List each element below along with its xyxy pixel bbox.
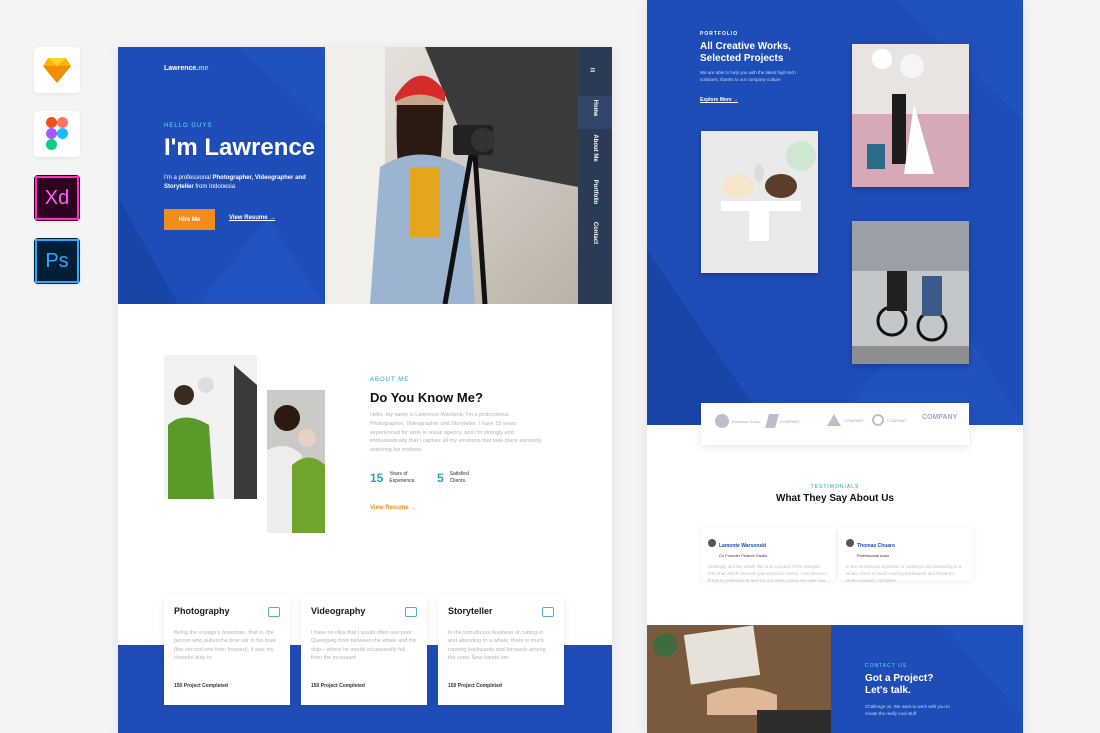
client-logo-4: COMPANY	[872, 414, 907, 426]
portfolio-item-cupcakes[interactable]	[701, 131, 818, 273]
book-icon	[542, 607, 554, 617]
contact-label: CONTACT US	[865, 663, 908, 669]
testimonial-name: Lamonte Warsonski	[719, 543, 767, 549]
ps-label: Ps	[35, 239, 79, 283]
xd-icon: Xd	[34, 175, 80, 221]
service-title: Photography	[174, 606, 230, 616]
testimonial-card-1: Lamonte Warsonski Co Founder Pelarch Stu…	[701, 528, 835, 583]
hero-greeting: HELLO GUYS	[164, 123, 213, 129]
about-body: Hello, my name is Lawrence Wardana, I'm …	[370, 412, 542, 454]
sketch-icon	[34, 47, 80, 93]
service-count: 150 Project Completed	[311, 683, 365, 689]
stat-clients: 5 Satisfied Clients.	[437, 471, 469, 485]
about-resume-link[interactable]: View Resume →	[370, 505, 416, 511]
service-text: Being the voyage's bowsman, that is, the…	[174, 630, 276, 660]
xd-label: Xd	[35, 176, 79, 220]
hire-me-button[interactable]: Hire Me	[164, 209, 215, 230]
contact-desc: Challenge us. We want to work with you t…	[865, 704, 950, 716]
service-title: Storyteller	[448, 606, 493, 616]
explore-more-link[interactable]: Explore More →	[700, 97, 738, 103]
avatar	[708, 538, 716, 547]
client-logo-3: COMPANY	[827, 414, 864, 426]
service-card-photography[interactable]: Photography Being the voyage's bowsman, …	[164, 596, 290, 705]
client-logo-1: Business Group	[715, 414, 760, 428]
service-count: 150 Project Completed	[174, 683, 228, 689]
landing-page-preview: Lawrence.me HELLO GUYS I'm Lawrence I'm …	[118, 47, 612, 733]
portfolio-item-wedding[interactable]	[852, 44, 969, 187]
client-logo-2: COMPANY	[765, 414, 800, 428]
hero-photo	[325, 47, 578, 304]
testimonial-role: Co Founder Pelarch Studio	[719, 553, 768, 558]
service-text: In the tumultuous business of cutting-in…	[448, 630, 546, 660]
service-card-storyteller[interactable]: Storyteller In the tumultuous business o…	[438, 596, 564, 705]
portfolio-desc: We are able to help you with the latest …	[700, 70, 796, 82]
stat-years: 15 Years of Experience.	[370, 471, 416, 485]
photoshop-icon: Ps	[34, 238, 80, 284]
service-card-videography[interactable]: Videography I have no idea that I would …	[301, 596, 427, 705]
testimonial-name: Thomas Chuaro	[857, 543, 896, 549]
brand-logo[interactable]: Lawrence.me	[164, 65, 208, 72]
portfolio-item-cycling[interactable]	[852, 221, 969, 364]
camera-icon	[268, 607, 280, 617]
service-count: 150 Project Completed	[448, 683, 502, 689]
about-label: ABOUT ME	[370, 377, 410, 383]
avatar	[846, 538, 854, 547]
hero-title: I'm Lawrence	[164, 134, 316, 161]
portfolio-page-preview: PORTFOLIO All Creative Works, Selected Pr…	[647, 0, 1023, 733]
testimonial-card-2: Thomas Chuaro Professional Actor In the …	[839, 528, 973, 583]
hero-intro: I'm a professional Photographer, Videogr…	[164, 175, 306, 190]
hero-section: Lawrence.me HELLO GUYS I'm Lawrence I'm …	[118, 47, 325, 304]
service-text: I have no idea that I would often see po…	[311, 630, 417, 660]
menu-icon[interactable]: ≡	[590, 65, 595, 75]
portfolio-label: PORTFOLIO	[700, 31, 739, 37]
testimonial-text: Strikingly and the whale lifts and round…	[708, 564, 827, 583]
nav-home[interactable]: Home	[578, 100, 612, 119]
about-title: Do You Know Me?	[370, 390, 483, 405]
nav-portfolio[interactable]: Portfolio	[578, 180, 612, 205]
about-photo-2	[267, 390, 325, 533]
view-resume-link[interactable]: View Resume →	[229, 215, 275, 221]
side-navigation: ≡ Home About Me Portfolio Contact	[578, 47, 612, 304]
testimonial-text: In the tumultuous business of cutting-in…	[846, 564, 962, 583]
testimonial-role: Professional Actor	[857, 553, 890, 558]
figma-icon	[34, 111, 80, 157]
portfolio-title: All Creative Works, Selected Projects	[700, 41, 791, 64]
testimonials-label: TESTIMONIALS	[810, 484, 860, 490]
testimonials-title: What They Say About Us	[776, 493, 894, 504]
service-title: Videography	[311, 606, 366, 616]
video-icon	[405, 607, 417, 617]
nav-contact[interactable]: Contact	[578, 222, 612, 244]
nav-about-me[interactable]: About Me	[578, 134, 612, 161]
contact-photo	[647, 625, 831, 733]
contact-title: Got a Project? Let's talk.	[865, 673, 934, 696]
about-photo-1	[164, 355, 257, 499]
client-logo-5: COMPANY	[922, 414, 958, 421]
